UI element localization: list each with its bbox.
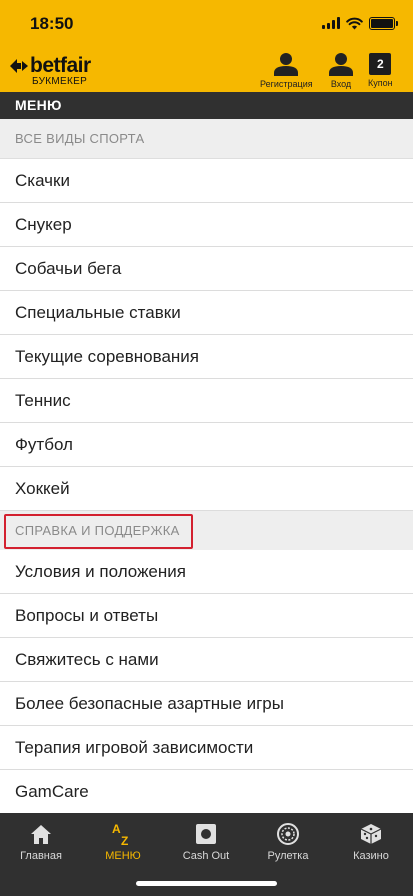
menu-item-gambling-therapy[interactable]: Терапия игровой зависимости xyxy=(0,726,413,770)
svg-text:A: A xyxy=(112,822,121,836)
tab-casino[interactable]: Казино xyxy=(330,813,412,868)
tab-home[interactable]: Главная xyxy=(0,813,82,868)
tab-cash-out[interactable]: Cash Out xyxy=(165,813,247,868)
logo-text: betfair xyxy=(30,54,91,77)
logo-subtitle: БУКМЕКЕР xyxy=(32,76,88,87)
menu-item-contact-us[interactable]: Свяжитесь с нами xyxy=(0,638,413,682)
menu-item-greyhounds[interactable]: Собачьи бега xyxy=(0,247,413,291)
home-indicator[interactable] xyxy=(136,881,277,886)
login-button[interactable]: Вход xyxy=(328,52,354,89)
tab-menu-label: МЕНЮ xyxy=(105,850,141,862)
tab-roulette[interactable]: Рулетка xyxy=(247,813,329,868)
status-time: 18:50 xyxy=(30,14,74,33)
menu-item-gamcare[interactable]: GamCare xyxy=(0,770,413,814)
az-menu-icon: A Z xyxy=(112,822,128,846)
dice-icon xyxy=(360,824,382,844)
tab-menu[interactable]: A Z МЕНЮ xyxy=(82,813,164,868)
tab-casino-label: Казино xyxy=(353,850,389,862)
tab-home-label: Главная xyxy=(20,850,62,862)
coupon-count: 2 xyxy=(369,53,392,75)
app-header: 18:50 betfair БУКМЕКЕР Регистрация Вход … xyxy=(0,0,413,92)
menu-item-tennis[interactable]: Теннис xyxy=(0,379,413,423)
section-header-help: СПРАВКА И ПОДДЕРЖКА xyxy=(0,511,413,551)
wifi-icon xyxy=(346,17,363,29)
menu-title: МЕНЮ xyxy=(0,92,413,119)
menu-item-hockey[interactable]: Хоккей xyxy=(0,467,413,511)
register-button[interactable]: Регистрация xyxy=(260,52,313,89)
menu-item-specials[interactable]: Специальные ставки xyxy=(0,291,413,335)
cash-out-icon xyxy=(196,824,216,844)
section-header-sports: ВСЕ ВИДЫ СПОРТА xyxy=(0,119,413,159)
svg-text:Z: Z xyxy=(121,834,128,846)
menu-item-snooker[interactable]: Снукер xyxy=(0,203,413,247)
tab-roulette-label: Рулетка xyxy=(267,850,309,862)
user-icon xyxy=(274,53,299,76)
menu-item-safer-gambling[interactable]: Более безопасные азартные игры xyxy=(0,682,413,726)
register-label: Регистрация xyxy=(260,79,313,89)
menu-item-horse-racing[interactable]: Скачки xyxy=(0,159,413,203)
status-icons xyxy=(322,16,398,30)
login-label: Вход xyxy=(330,79,352,89)
tab-cash-out-label: Cash Out xyxy=(182,850,230,862)
menu-item-current-events[interactable]: Текущие соревнования xyxy=(0,335,413,379)
menu-item-faq[interactable]: Вопросы и ответы xyxy=(0,594,413,638)
home-icon xyxy=(31,824,51,844)
menu-item-terms[interactable]: Условия и положения xyxy=(0,550,413,594)
roulette-icon xyxy=(277,823,299,845)
betfair-logo[interactable]: betfair БУКМЕКЕР xyxy=(9,54,91,87)
menu-item-football[interactable]: Футбол xyxy=(0,423,413,467)
logo-arrows-icon xyxy=(10,59,28,73)
user-icon xyxy=(329,53,353,76)
coupon-button[interactable]: 2 Купон xyxy=(368,52,393,88)
coupon-label: Купон xyxy=(368,78,393,88)
signal-icon xyxy=(322,17,340,29)
battery-icon xyxy=(369,16,398,30)
